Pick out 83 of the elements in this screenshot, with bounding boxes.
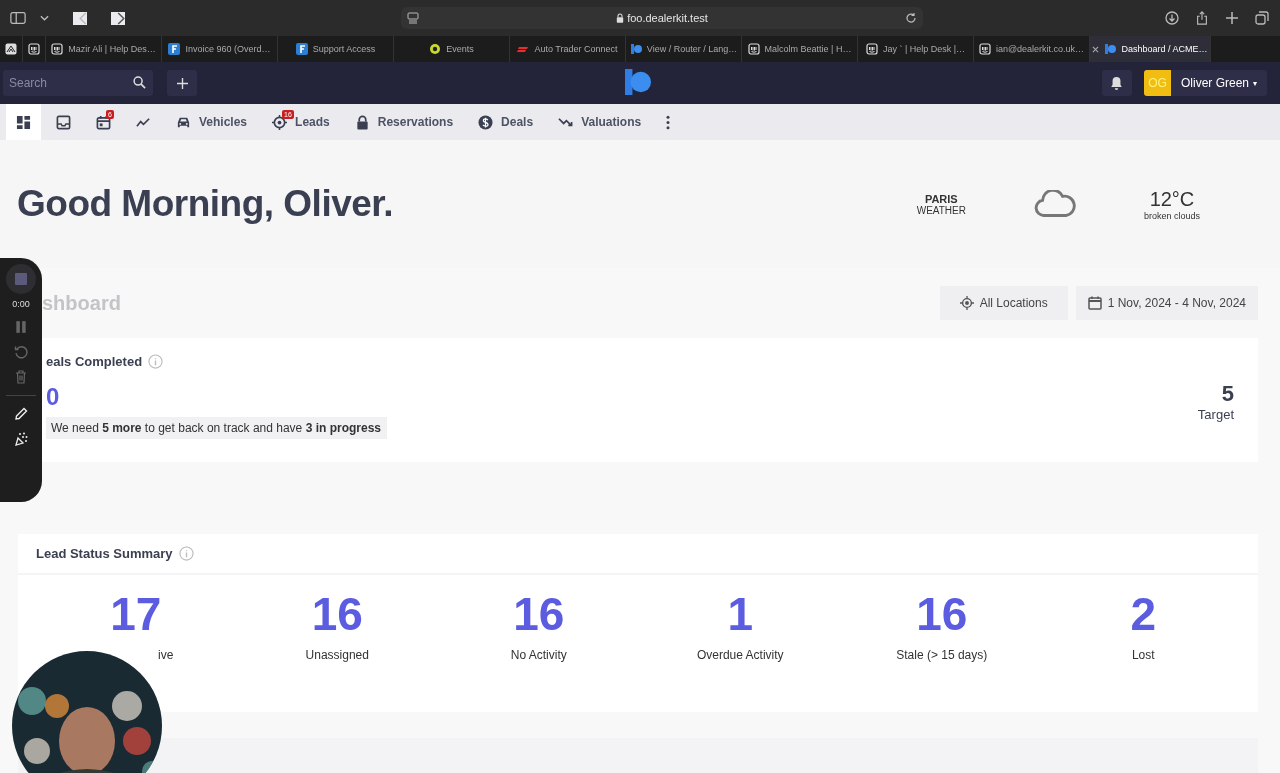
bell-icon — [1110, 76, 1124, 90]
k-logo-icon — [1104, 43, 1117, 55]
stat-label: Unassigned — [305, 647, 369, 662]
caret-icon: ▾ — [1253, 78, 1257, 88]
target-value: 5 — [1221, 381, 1234, 407]
chat-icon — [747, 43, 760, 55]
circle-icon — [429, 43, 442, 55]
dashboard-icon — [16, 114, 31, 130]
chat-icon — [28, 43, 40, 55]
stat-label: Stale (> 15 days) — [896, 647, 988, 662]
target-label: Target — [1197, 407, 1234, 422]
weather-description: broken clouds — [1143, 210, 1200, 221]
location-filter[interactable]: All Locations — [939, 286, 1068, 320]
card-title: Lead Status Summary — [36, 546, 173, 561]
weather-label: WEATHER — [916, 204, 966, 216]
search-icon[interactable] — [133, 76, 146, 89]
stat-value[interactable]: 17 — [110, 589, 162, 640]
card-title: eals Completed — [46, 354, 143, 369]
user-menu[interactable]: OG Oliver Green ▾ — [1143, 70, 1267, 96]
back-icon[interactable] — [73, 11, 87, 25]
user-name: Oliver Green — [1180, 76, 1249, 90]
stat-label: Lost — [1131, 647, 1155, 662]
stat-value[interactable]: 16 — [513, 589, 565, 640]
plus-icon[interactable] — [1224, 11, 1240, 25]
tabs-overview-icon[interactable] — [1254, 11, 1270, 25]
close-icon[interactable] — [1092, 45, 1100, 53]
stat-value[interactable]: 1 — [727, 589, 754, 640]
layers-icon — [5, 43, 17, 55]
lock-icon — [616, 13, 625, 23]
progress-message: We need 5 more to get back on track and have 3 in progress — [46, 417, 387, 439]
temperature: 12°C — [1149, 187, 1195, 211]
restart-icon[interactable] — [14, 345, 28, 359]
browser-tab[interactable]: Dashboard / ACME… — [1090, 36, 1211, 62]
download-icon[interactable] — [1164, 11, 1180, 25]
f-logo-icon — [168, 43, 181, 55]
recording-time: 0:00 — [12, 299, 30, 309]
inbox-icon — [56, 114, 71, 130]
chevron-down-icon[interactable] — [40, 15, 49, 21]
nav-tab[interactable]: Valuations — [548, 104, 652, 140]
date-range-filter[interactable]: 1 Nov, 2024 - 4 Nov, 2024 — [1075, 286, 1258, 320]
calendar-icon — [96, 114, 111, 130]
stat-label: Overdue Activity — [696, 647, 784, 662]
add-button[interactable] — [167, 70, 197, 96]
calendar-icon — [1087, 296, 1102, 310]
url-text: foo.dealerkit.test — [419, 12, 905, 24]
sidebar-icon[interactable] — [10, 11, 26, 25]
deals-count: 0 — [46, 385, 61, 409]
reload-icon[interactable] — [905, 12, 917, 24]
nav-tab[interactable]: Reservations — [344, 104, 464, 140]
nav-icon-tab[interactable] — [6, 104, 41, 140]
cloud-icon — [1033, 190, 1076, 218]
weather-city: PARIS — [924, 192, 958, 205]
dollar-icon — [478, 114, 494, 130]
trash-icon[interactable] — [14, 370, 28, 384]
more-icon — [666, 114, 671, 130]
target-icon — [959, 296, 974, 310]
search-field[interactable]: Search — [3, 70, 153, 96]
pause-icon[interactable] — [14, 320, 28, 334]
stat-label: ive — [158, 647, 174, 662]
f-logo-icon — [295, 43, 308, 55]
stat-value[interactable]: 2 — [1130, 589, 1157, 640]
confetti-icon[interactable] — [14, 432, 28, 446]
lock-icon — [354, 114, 370, 130]
chat-icon — [978, 43, 991, 55]
nav-tab[interactable]: Deals — [468, 104, 544, 140]
notification-button[interactable] — [1101, 70, 1132, 96]
stat-label: No Activity — [510, 647, 567, 662]
k-logo-icon[interactable] — [625, 69, 651, 95]
plus-icon — [176, 77, 188, 89]
share-icon[interactable] — [1194, 11, 1210, 25]
stat-value[interactable]: 16 — [311, 589, 363, 640]
stop-button[interactable] — [6, 264, 36, 294]
chat-icon — [51, 43, 64, 55]
chat-icon — [865, 43, 878, 55]
reader-icon[interactable] — [407, 12, 419, 24]
greeting-heading: Good Morning, Oliver. — [17, 183, 393, 225]
forward-icon[interactable] — [111, 11, 125, 25]
pencil-icon[interactable] — [14, 407, 28, 421]
nav-tab[interactable]: Vehicles — [166, 104, 258, 140]
stat-value[interactable]: 16 — [916, 589, 968, 640]
user-initials: OG — [1143, 70, 1171, 96]
k-logo-icon — [629, 43, 642, 55]
address-bar[interactable]: foo.dealerkit.test — [401, 7, 923, 29]
